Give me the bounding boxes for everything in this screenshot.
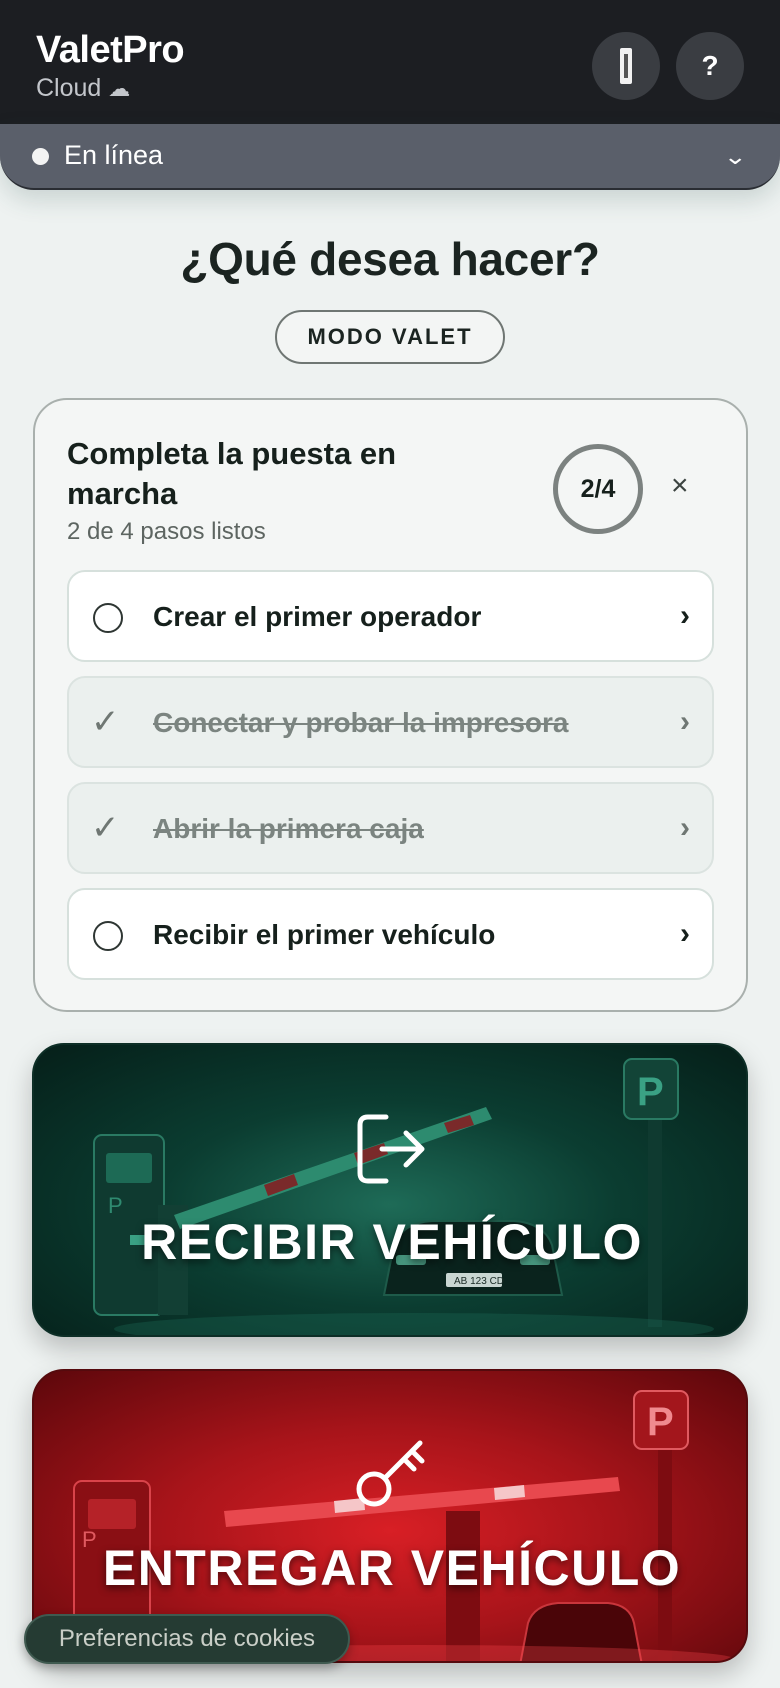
- setup-checklist-card: Completa la puesta en marcha 2 de 4 paso…: [33, 398, 748, 1012]
- receive-vehicle-button[interactable]: P AB 123 CD P RECIBIR VEHÍCULO: [32, 1043, 748, 1337]
- chevron-down-icon: ⌄: [722, 144, 747, 169]
- deliver-vehicle-label: ENTREGAR VEHÍCULO: [102, 1540, 682, 1596]
- help-button[interactable]: ?: [676, 32, 744, 100]
- step-create-operator[interactable]: Crear el primer operador ›: [67, 570, 714, 662]
- progress-ring: 2/4: [553, 444, 643, 534]
- chevron-right-icon: ›: [680, 917, 690, 950]
- cookie-preferences-button[interactable]: Preferencias de cookies: [24, 1614, 350, 1664]
- key-icon: [356, 1440, 425, 1507]
- chevron-right-icon: ›: [680, 811, 690, 844]
- svg-text:P: P: [637, 1070, 664, 1114]
- app-subtitle: Cloud ☁: [36, 73, 184, 104]
- chevron-right-icon: ›: [680, 705, 690, 738]
- step-open-register[interactable]: ✓ Abrir la primera caja ›: [67, 782, 714, 874]
- receive-vehicle-label: RECIBIR VEHÍCULO: [141, 1214, 643, 1270]
- status-text: En línea: [64, 140, 164, 170]
- setup-title: Completa la puesta en marcha: [67, 436, 397, 511]
- plate-text: AB 123 CD: [454, 1276, 504, 1287]
- exit-arrow-icon: [357, 1114, 425, 1184]
- step-label: Recibir el primer vehículo: [153, 919, 496, 950]
- parking-scene-illustration: P AB 123 CD P: [93, 1058, 714, 1335]
- step-receive-vehicle[interactable]: Recibir el primer vehículo ›: [67, 888, 714, 980]
- app-subtitle-text: Cloud: [36, 74, 102, 102]
- mode-valet-button[interactable]: MODO VALET: [275, 310, 505, 364]
- check-icon: ✓: [91, 703, 120, 741]
- printer-button[interactable]: [592, 32, 660, 100]
- svg-text:P: P: [647, 1400, 674, 1444]
- page-title: ¿Qué desea hacer?: [180, 233, 600, 285]
- step-label: Conectar y probar la impresora: [153, 707, 569, 738]
- connection-status-bar[interactable]: En línea ⌄: [0, 124, 780, 190]
- radio-unchecked-icon: [93, 921, 123, 951]
- setup-subtitle: 2 de 4 pasos listos: [67, 518, 266, 545]
- step-label: Crear el primer operador: [153, 601, 482, 632]
- status-dot-icon: [32, 148, 49, 165]
- printer-icon: [620, 48, 632, 84]
- close-icon[interactable]: ×: [671, 466, 689, 506]
- chevron-right-icon: ›: [680, 599, 690, 632]
- app-header: ValetPro Cloud ☁ ?: [0, 0, 780, 124]
- help-icon: ?: [701, 50, 719, 81]
- step-connect-printer[interactable]: ✓ Conectar y probar la impresora ›: [67, 676, 714, 768]
- radio-unchecked-icon: [93, 603, 123, 633]
- app-name: ValetPro: [36, 29, 185, 71]
- cloud-icon: ☁: [108, 76, 131, 101]
- step-label: Abrir la primera caja: [153, 813, 424, 844]
- brand: ValetPro Cloud ☁: [36, 28, 185, 104]
- check-icon: ✓: [91, 809, 120, 847]
- progress-text: 2/4: [580, 474, 616, 503]
